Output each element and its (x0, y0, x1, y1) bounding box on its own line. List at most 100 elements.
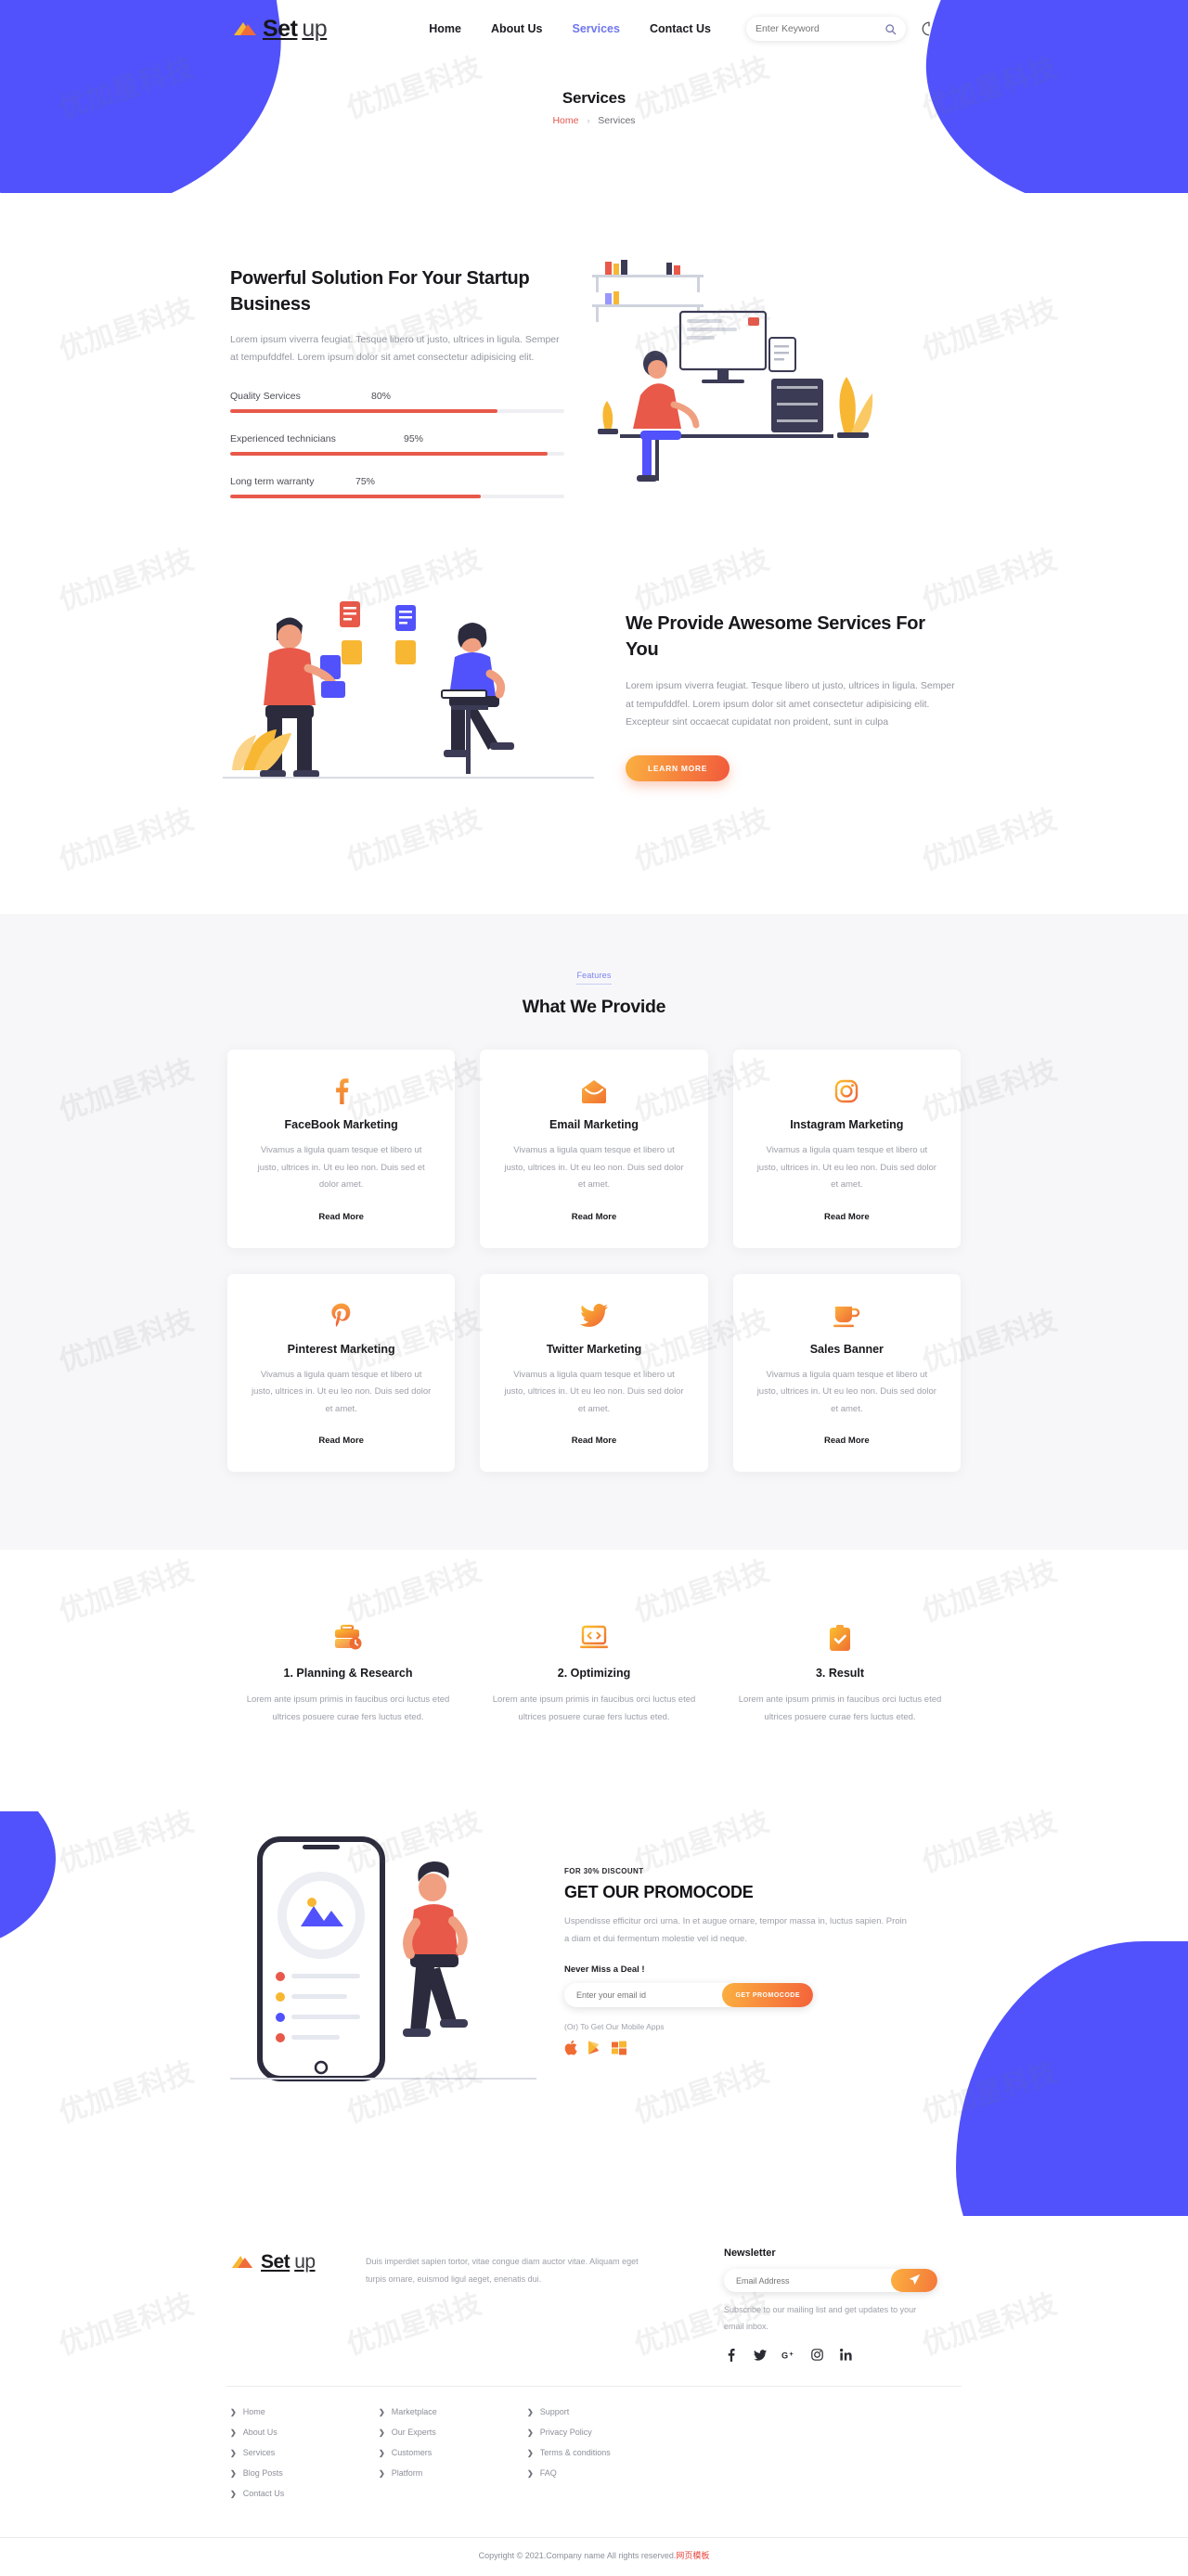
footer-link-our-experts[interactable]: ❯ Our Experts (379, 2428, 527, 2437)
process-steps-section: 1. Planning & Research Lorem ante ipsum … (0, 1550, 1188, 1811)
powerful-illustration-column (564, 260, 1188, 535)
chevron-right-icon: ❯ (527, 2407, 534, 2416)
footer-link-label: Marketplace (391, 2407, 437, 2417)
breadcrumb-current: Services (598, 115, 636, 126)
read-more-link[interactable]: Read More (318, 1212, 364, 1222)
navbar: Set up Home About Us Services Contact Us (0, 0, 1188, 58)
footer-link-support[interactable]: ❯ Support (527, 2407, 676, 2416)
code-window-icon (483, 1622, 706, 1654)
footer-link-marketplace[interactable]: ❯ Marketplace (379, 2407, 527, 2416)
skill-label: Experienced technicians (230, 432, 336, 444)
dark-mode-toggle-icon[interactable] (921, 20, 937, 37)
feature-card-body: Vivamus a ligula quam tesque et libero u… (504, 1145, 684, 1191)
footer-link-services[interactable]: ❯ Services (230, 2448, 379, 2457)
awesome-services-section: We Provide Awesome Services For You Lore… (0, 535, 1188, 914)
features-tag-wrap: Features (0, 966, 1188, 985)
feature-card-title: Pinterest Marketing (287, 1342, 395, 1356)
apple-store-icon[interactable] (564, 2040, 577, 2060)
chevron-right-icon: ❯ (527, 2428, 534, 2437)
awesome-text-column: We Provide Awesome Services For You Lore… (626, 588, 960, 825)
features-card-grid: FaceBook Marketing Vivamus a ligula quam… (227, 1050, 961, 1473)
logo-text-bold: Set (261, 2251, 291, 2273)
footer-link-label: Blog Posts (242, 2468, 283, 2479)
never-miss-label: Never Miss a Deal ! (564, 1964, 645, 1976)
search-input[interactable] (755, 23, 885, 34)
instagram-icon[interactable] (810, 2348, 824, 2362)
google-play-icon[interactable] (588, 2040, 601, 2060)
breadcrumb-separator-icon: › (587, 116, 590, 125)
main-nav: Home About Us Services Contact Us (429, 22, 711, 35)
read-more-link[interactable]: Read More (572, 1436, 617, 1446)
promo-email-input[interactable] (576, 1990, 723, 2001)
nav-item-services[interactable]: Services (573, 22, 620, 35)
feature-card-body: Vivamus a ligula quam tesque et libero u… (252, 1369, 432, 1414)
get-promocode-button[interactable]: GET PROMOCODE (722, 1983, 813, 2008)
skill-track (230, 408, 564, 413)
footer-logo[interactable]: Set up (230, 2251, 351, 2273)
facebook-icon[interactable] (724, 2348, 738, 2362)
newsletter-form[interactable] (724, 2269, 937, 2293)
footer-social-links: G + (724, 2348, 965, 2362)
google-plus-icon[interactable]: G + (781, 2348, 795, 2362)
feature-card-twitter-marketing[interactable]: Twitter Marketing Vivamus a ligula quam … (480, 1273, 708, 1473)
nav-item-about-us[interactable]: About Us (491, 22, 543, 35)
feature-card-instagram-marketing[interactable]: Instagram Marketing Vivamus a ligula qua… (732, 1050, 961, 1248)
chevron-right-icon: ❯ (230, 2428, 237, 2437)
feature-card-title: FaceBook Marketing (284, 1118, 398, 1131)
logo[interactable]: Set up (232, 16, 328, 43)
footer-column-2: ❯ Marketplace ❯ Our Experts ❯ Customers ❯ Pl… (379, 2407, 527, 2509)
breadcrumb: Home › Services (0, 115, 1188, 126)
newsletter-submit-button[interactable] (891, 2269, 937, 2293)
footer-link-platform[interactable]: ❯ Platform (379, 2468, 527, 2478)
footer-link-privacy-policy[interactable]: ❯ Privacy Policy (527, 2428, 676, 2437)
chevron-right-icon: ❯ (230, 2489, 237, 2498)
read-more-link[interactable]: Read More (572, 1212, 617, 1222)
skill-fill (230, 408, 497, 413)
search-icon[interactable] (885, 23, 897, 35)
svg-text:+: + (789, 2350, 794, 2358)
nav-item-contact-us[interactable]: Contact Us (650, 22, 711, 35)
feature-card-pinterest-marketing[interactable]: Pinterest Marketing Vivamus a ligula qua… (227, 1273, 456, 1473)
powerful-body: Lorem ipsum viverra feugiat. Tesque libe… (230, 333, 560, 364)
logo-text-light: up (294, 2251, 316, 2273)
windows-store-icon[interactable] (612, 2041, 626, 2060)
clipboard-check-icon (729, 1622, 952, 1654)
breadcrumb-home[interactable]: Home (552, 115, 578, 126)
footer-brand-column: Set up (230, 2248, 351, 2362)
footer-link-columns: ❯ Home ❯ About Us ❯ Services ❯ Blog Posts ❯ C… (0, 2387, 1188, 2537)
footer-link-blog-posts[interactable]: ❯ Blog Posts (230, 2468, 379, 2478)
footer-link-about-us[interactable]: ❯ About Us (230, 2428, 379, 2437)
feature-card-body: Vivamus a ligula quam tesque et libero u… (756, 1369, 936, 1414)
skill-percent: 75% (355, 475, 376, 487)
promo-kicker: FOR 30% DISCOUNT (564, 1867, 644, 1876)
feature-card-email-marketing[interactable]: Email Marketing Vivamus a ligula quam te… (480, 1050, 708, 1248)
read-more-link[interactable]: Read More (824, 1436, 870, 1446)
feature-card-sales-banner[interactable]: Sales Banner Vivamus a ligula quam tesqu… (732, 1273, 961, 1473)
footer-link-customers[interactable]: ❯ Customers (379, 2448, 527, 2457)
promocode-inner: FOR 30% DISCOUNT GET OUR PROMOCODE Uspen… (0, 1830, 1188, 2127)
send-plane-icon (909, 2273, 921, 2288)
site-header: Set up Home About Us Services Contact Us … (0, 0, 1188, 193)
powerful-title: Powerful Solution For Your Startup Busin… (230, 268, 530, 316)
read-more-link[interactable]: Read More (824, 1212, 870, 1222)
promocode-form[interactable]: GET PROMOCODE (564, 1983, 813, 2008)
nav-item-home[interactable]: Home (429, 22, 461, 35)
footer-link-contact-us[interactable]: ❯ Contact Us (230, 2489, 379, 2498)
search-box[interactable] (745, 17, 906, 41)
footer-link-label: Privacy Policy (539, 2428, 592, 2438)
footer-link-faq[interactable]: ❯ FAQ (527, 2468, 676, 2478)
read-more-link[interactable]: Read More (318, 1436, 364, 1446)
learn-more-button[interactable]: LEARN MORE (626, 754, 730, 781)
chevron-right-icon: ❯ (527, 2448, 534, 2457)
features-tag: Features (576, 971, 612, 985)
feature-card-facebook-marketing[interactable]: FaceBook Marketing Vivamus a ligula quam… (227, 1050, 456, 1248)
twitter-icon[interactable] (753, 2348, 767, 2362)
page-header: Services Home › Services (0, 58, 1188, 126)
linkedin-icon[interactable] (839, 2348, 853, 2362)
footer-link-label: Support (539, 2407, 570, 2417)
footer-link-terms-conditions[interactable]: ❯ Terms & conditions (527, 2448, 676, 2457)
footer-link-label: Terms & conditions (539, 2448, 611, 2458)
footer-link-home[interactable]: ❯ Home (230, 2407, 379, 2416)
newsletter-email-input[interactable] (736, 2275, 891, 2286)
feature-card-body: Vivamus a ligula quam tesque et libero u… (257, 1145, 425, 1191)
